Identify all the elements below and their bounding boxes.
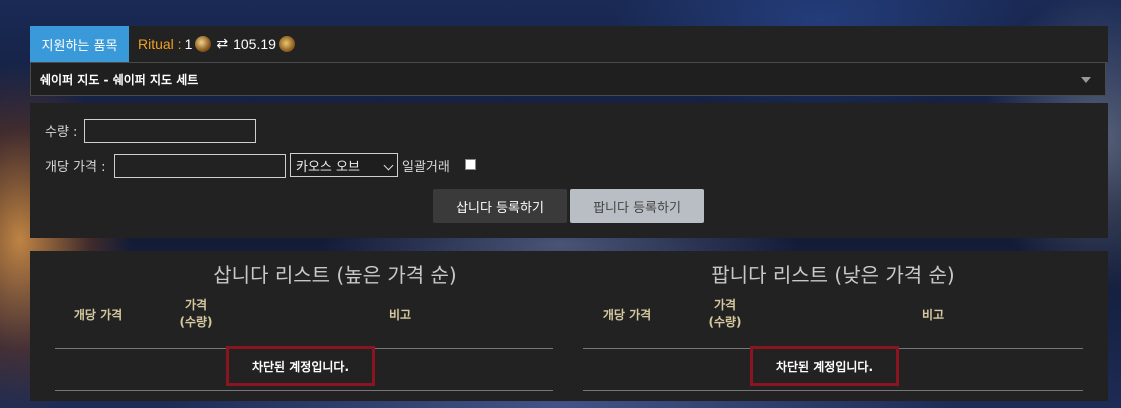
item-select-value: 쉐이퍼 지도 - 쉐이퍼 지도 세트 — [40, 72, 199, 87]
currency-select-value: 카오스 오브 — [296, 159, 360, 175]
chaos-orb-icon — [278, 36, 295, 52]
buy-list-title: 삽니다 리스트 (높은 가격 순) — [213, 263, 457, 287]
bulk-trade-checkbox[interactable] — [465, 159, 476, 170]
currency-select[interactable]: 카오스 오브 — [290, 153, 398, 177]
chevron-down-icon — [1081, 77, 1091, 83]
order-form: 수량 : 개당 가격 : 카오스 오브 일괄거래 삽니다 등록하기 팝니다 등록… — [30, 103, 1108, 238]
buy-col-note: 비고 — [388, 308, 412, 322]
bulk-trade-label: 일괄거래 — [402, 160, 450, 175]
buy-col-price-qty: 가격 (수량) — [179, 298, 213, 329]
buy-col-unit-price: 개당 가격 — [73, 308, 123, 322]
swap-icon: ⇄ — [216, 36, 229, 52]
sell-col-unit-price: 개당 가격 — [602, 308, 652, 322]
sell-row-divider — [583, 390, 1083, 391]
rate-right-value: 105.19 — [233, 36, 276, 52]
exalted-orb-icon — [195, 36, 212, 52]
item-select-dropdown[interactable]: 쉐이퍼 지도 - 쉐이퍼 지도 세트 — [30, 62, 1106, 96]
rate-left-value: 1 — [184, 36, 193, 52]
sell-col-price-qty: 가격 (수량) — [708, 298, 742, 329]
supported-items-button[interactable]: 지원하는 품목 — [30, 26, 129, 62]
sell-list-title: 팝니다 리스트 (낮은 가격 순) — [711, 263, 955, 287]
quantity-input[interactable] — [84, 119, 256, 143]
top-bar: 지원하는 품목 Ritual : 1 ⇄ 105.19 — [30, 26, 1108, 62]
chevron-down-icon — [383, 160, 394, 171]
register-buy-button[interactable]: 삽니다 등록하기 — [433, 189, 567, 223]
unit-price-input[interactable] — [114, 154, 286, 178]
league-label: Ritual : — [138, 36, 182, 52]
sell-blocked-message: 차단된 계정입니다. — [750, 346, 899, 386]
sell-col-note: 비고 — [921, 308, 945, 322]
currency-rate: Ritual : 1 ⇄ 105.19 — [138, 26, 295, 62]
buy-row-divider — [55, 390, 553, 391]
register-sell-button[interactable]: 팝니다 등록하기 — [570, 189, 704, 223]
unit-price-label: 개당 가격 : — [45, 160, 106, 175]
quantity-label: 수량 : — [45, 125, 78, 140]
order-lists: 삽니다 리스트 (높은 가격 순) 개당 가격 가격 (수량) 비고 차단된 계… — [30, 251, 1108, 401]
buy-blocked-message: 차단된 계정입니다. — [226, 346, 375, 386]
